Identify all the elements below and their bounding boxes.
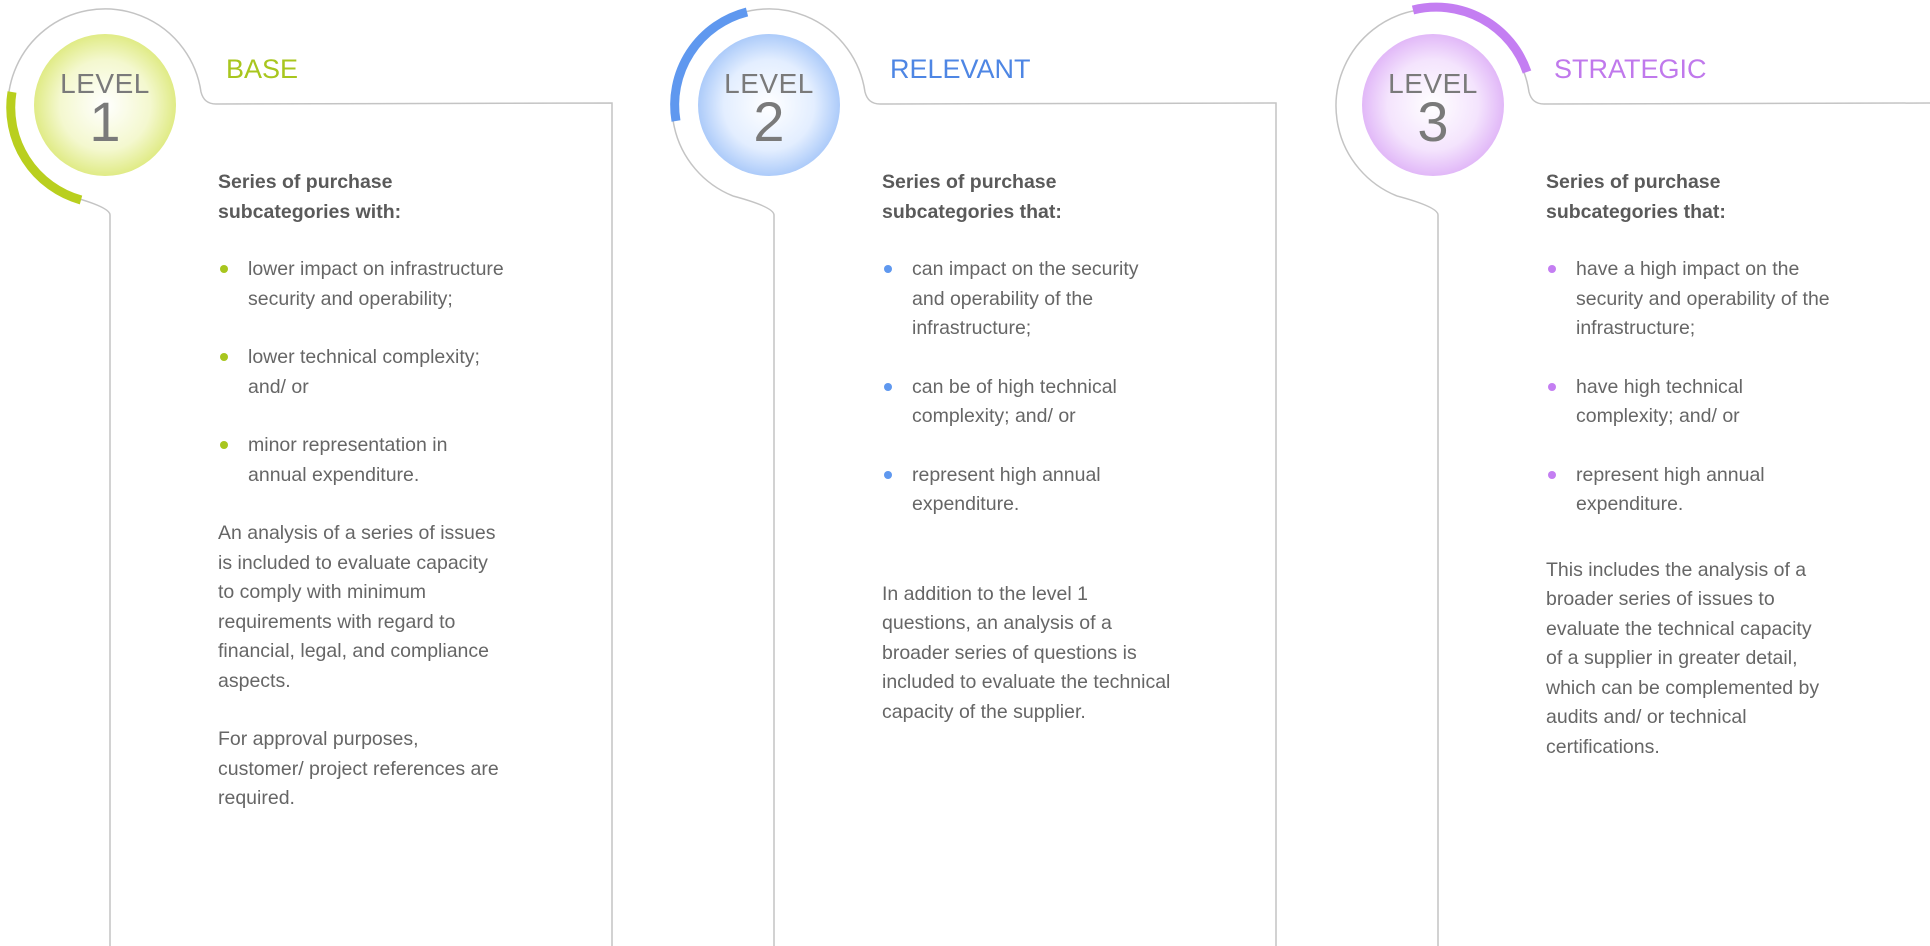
bullet-dot-icon (884, 470, 892, 479)
bullet-dot-icon (1548, 265, 1556, 273)
bullet-dot-icon (220, 353, 228, 361)
list-item: lower impact on infrastructure security … (218, 255, 508, 314)
list-item-text: represent high annual expenditure. (1576, 463, 1765, 516)
bullet-dot-icon (884, 265, 892, 273)
list-item: lower technical complexity; and/ or (218, 343, 508, 402)
list-item: have a high impact on the security and o… (1546, 255, 1836, 344)
level-number: 2 (753, 90, 785, 153)
bullet-dot-icon (220, 265, 228, 273)
list-item: minor representation in annual expenditu… (218, 431, 508, 490)
list-item-text: have high technical complexity; and/ or (1576, 375, 1743, 428)
level-name: BASE (226, 54, 299, 84)
intro-text: Series of purchase subcategories that: (882, 171, 1062, 223)
level-name: STRATEGIC (1554, 54, 1707, 84)
list-item: can impact on the security and operabili… (882, 255, 1172, 344)
description-paragraph: An analysis of a series of issues is inc… (218, 522, 496, 692)
intro-text: Series of purchase subcategories that: (1546, 171, 1726, 223)
level-number: 1 (89, 90, 121, 153)
level-content: Series of purchase subcategories that: h… (1546, 168, 1836, 791)
bullet-dot-icon (1548, 470, 1556, 479)
bullet-dot-icon (220, 441, 228, 449)
level-content: Series of purchase subcategories with: l… (218, 168, 508, 843)
list-item-text: lower technical complexity; and/ or (248, 346, 480, 398)
list-item: can be of high technical complexity; and… (882, 373, 1172, 432)
level-content: Series of purchase subcategories that: c… (882, 168, 1172, 756)
list-item-text: can impact on the security and operabili… (912, 258, 1139, 339)
criteria-list: have a high impact on the security and o… (1546, 255, 1836, 520)
description-paragraph: For approval purposes, customer/ project… (218, 728, 499, 809)
list-item-text: represent high annual expenditure. (912, 463, 1101, 516)
description-paragraph: This includes the analysis of a broader … (1546, 558, 1820, 758)
description-paragraph: In addition to the level 1 questions, an… (882, 582, 1171, 723)
list-item: have high technical complexity; and/ or (1546, 373, 1836, 432)
list-item: represent high annual expenditure. (882, 461, 1172, 520)
level-panel-3: LEVEL 3 STRATEGIC Series of purchase sub… (1328, 0, 1930, 946)
level-panel-1: LEVEL 1 BASE Series of purchase subcateg… (0, 0, 660, 946)
list-item-text: can be of high technical complexity; and… (912, 375, 1117, 428)
list-item-text: have a high impact on the security and o… (1576, 258, 1830, 339)
list-item-text: lower impact on infrastructure security … (248, 258, 504, 310)
bullet-dot-icon (884, 382, 892, 391)
criteria-list: lower impact on infrastructure security … (218, 255, 508, 490)
intro-text: Series of purchase subcategories with: (218, 171, 402, 223)
criteria-list: can impact on the security and operabili… (882, 255, 1172, 520)
level-badge: LEVEL 2 (698, 34, 840, 176)
list-item: represent high annual expenditure. (1546, 461, 1836, 520)
level-badge: LEVEL 1 (34, 34, 176, 176)
level-panel-2: LEVEL 2 RELEVANT Series of purchase subc… (664, 0, 1324, 946)
level-badge: LEVEL 3 (1362, 34, 1504, 176)
level-number: 3 (1417, 90, 1449, 153)
level-name: RELEVANT (890, 54, 1031, 84)
list-item-text: minor representation in annual expenditu… (248, 434, 448, 486)
bullet-dot-icon (1548, 382, 1556, 391)
